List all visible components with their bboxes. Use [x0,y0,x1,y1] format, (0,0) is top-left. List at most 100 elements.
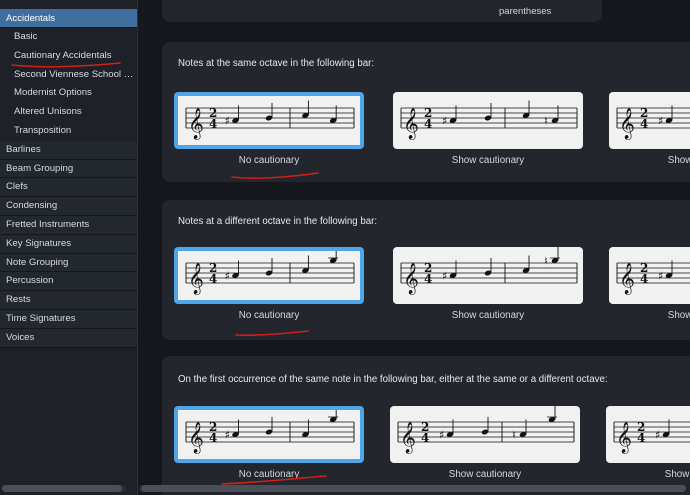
sharp-icon: ♯ [224,115,229,128]
notation-preview: 𝄞24♯♮ [616,260,690,295]
sidebar-item-note-grouping[interactable]: Note Grouping [0,253,137,273]
option-label: Show cautionary [667,155,690,166]
natural-icon: ♮ [512,429,516,442]
music-staff: 𝄞24♯♮ [397,406,575,454]
sharp-icon: ♯ [439,429,444,442]
sharp-icon: ♯ [224,270,229,283]
category-list: Accidentals Basic Cautionary Accidentals Se… [0,9,137,348]
notation-preview: 𝄞24♯♮ [400,100,578,140]
time-signature-bottom: 4 [424,117,432,131]
option-label: Show cautionary [451,310,525,321]
option-label: Show cautionary [448,469,522,480]
music-staff: 𝄞24♯♮ [616,260,690,295]
option-label: No cautionary [238,469,300,480]
option-label: Show cautionary [667,310,690,321]
sharp-icon: ♯ [442,115,447,128]
treble-clef-icon: 𝄞 [400,421,416,454]
sharp-icon: ♯ [658,270,663,283]
option-preview-card[interactable]: 𝄞 2 4 ♯ [174,92,364,149]
treble-clef-icon: 𝄞 [188,262,204,295]
main-horizontal-scrollbar[interactable] [139,485,690,492]
option-section-1: Notes at the same octave in the followin… [162,42,690,182]
sharp-icon: ♯ [655,429,660,442]
natural-icon: ♮ [544,255,548,268]
treble-clef-icon: 𝄞 [403,262,419,295]
sidebar-item-condensing[interactable]: Condensing [0,197,137,216]
treble-clef-icon: 𝄞 [616,421,632,454]
option-preview-card[interactable]: 𝄞 2 4 ♯ [174,247,364,304]
time-signature-bottom: 4 [209,272,217,286]
sidebar-item-basic[interactable]: Basic [0,28,137,47]
option-label: No cautionary [238,310,300,321]
time-signature-bottom: 4 [640,272,648,286]
option-preview-card[interactable]: 𝄞24♯♮ [390,406,580,463]
sidebar-item-clefs[interactable]: Clefs [0,178,137,198]
option-preview-card[interactable]: 𝄞24♯♮ [393,92,583,149]
notation-preview: 𝄞 24 ♯ [185,100,355,140]
time-signature-bottom: 4 [424,272,432,286]
music-staff: 𝄞24♯♮ [400,100,578,140]
notation-preview: 𝄞 24 ♯ [185,410,355,454]
sidebar-horizontal-scrollbar[interactable] [2,485,126,492]
option-section-2: Notes at a different octave in the follo… [162,200,690,340]
sidebar-item-barlines[interactable]: Barlines [0,140,137,160]
sidebar-item-cautionary-accidentals[interactable]: Cautionary Accidentals [0,46,137,66]
sidebar-item-fretted-instruments[interactable]: Fretted Instruments [0,215,137,235]
option-preview-card[interactable]: 𝄞24♯♮ [609,92,690,149]
option-label: Show cautionary [664,469,690,480]
option-label: No cautionary [238,155,300,166]
option-preview-card[interactable]: 𝄞 2 4 ♯ [174,406,364,463]
time-signature-bottom: 4 [209,117,217,131]
time-signature-bottom: 4 [421,431,429,445]
treble-clef-icon: 𝄞 [403,107,419,140]
sidebar-item-transposition[interactable]: Transposition [0,121,137,141]
option-label: Show cautionary [451,155,525,166]
music-staff: 𝄞24♯♮ [613,419,690,454]
sidebar-item-modernist-options[interactable]: Modernist Options [0,84,137,104]
music-staff: 𝄞24♯♮ [400,247,578,295]
category-sidebar: Accidentals Basic Cautionary Accidentals Se… [0,0,138,495]
notation-preview: 𝄞 24 ♯ [185,251,355,295]
sidebar-item-beam-grouping[interactable]: Beam Grouping [0,159,137,179]
option-preview-card[interactable]: 𝄞24♯♮ [393,247,583,304]
sidebar-item-voices[interactable]: Voices [0,328,137,348]
notation-preview: 𝄞24♯♮ [397,406,575,454]
engraving-options-window: Accidentals Basic Cautionary Accidentals Se… [0,0,690,495]
sidebar-item-time-signatures[interactable]: Time Signatures [0,309,137,329]
notation-preview: 𝄞24♯♮ [616,105,690,140]
time-signature-bottom: 4 [209,431,217,445]
notation-preview: 𝄞24♯♮ [613,419,690,454]
music-staff: 𝄞24♯♮ [616,105,690,140]
option-preview-card[interactable]: 𝄞24♯♮ [606,406,690,463]
sidebar-item-percussion[interactable]: Percussion [0,272,137,292]
sharp-icon: ♯ [224,429,229,442]
section-title: Notes at the same octave in the followin… [178,58,375,69]
sidebar-scrollbar-thumb[interactable] [2,485,122,492]
treble-clef-icon: 𝄞 [619,262,635,295]
sharp-icon: ♯ [658,115,663,128]
natural-icon: ♮ [544,115,548,128]
section-title: On the first occurrence of the same note… [178,374,608,385]
sidebar-item-accidentals[interactable]: Accidentals [0,9,137,28]
section-title: Notes at a different octave in the follo… [178,216,378,227]
time-signature-bottom: 4 [640,117,648,131]
notation-preview: 𝄞24♯♮ [400,247,578,295]
treble-clef-icon: 𝄞 [188,107,204,140]
music-staff: 𝄞 24 ♯ [185,410,355,454]
sharp-icon: ♯ [442,270,447,283]
option-section-3: On the first occurrence of the same note… [162,356,690,495]
option-preview-card[interactable]: 𝄞24♯♮ [609,247,690,304]
main-scrollbar-thumb[interactable] [141,485,686,492]
music-staff: 𝄞 24 ♯ [185,100,355,140]
music-staff: 𝄞 24 ♯ [185,251,355,295]
sidebar-item-second-viennese-school-o[interactable]: Second Viennese School O... [0,65,137,85]
previous-section-panel: ) ) parentheses [162,0,602,22]
sidebar-item-rests[interactable]: Rests [0,291,137,310]
sidebar-item-key-signatures[interactable]: Key Signatures [0,234,137,254]
sidebar-item-altered-unisons[interactable]: Altered Unisons [0,103,137,122]
time-signature-bottom: 4 [637,431,645,445]
treble-clef-icon: 𝄞 [188,421,204,454]
treble-clef-icon: 𝄞 [619,107,635,140]
fragment-text-parentheses: parentheses [499,6,552,17]
options-content: ) ) parentheses Notes at the same octave… [139,0,690,495]
